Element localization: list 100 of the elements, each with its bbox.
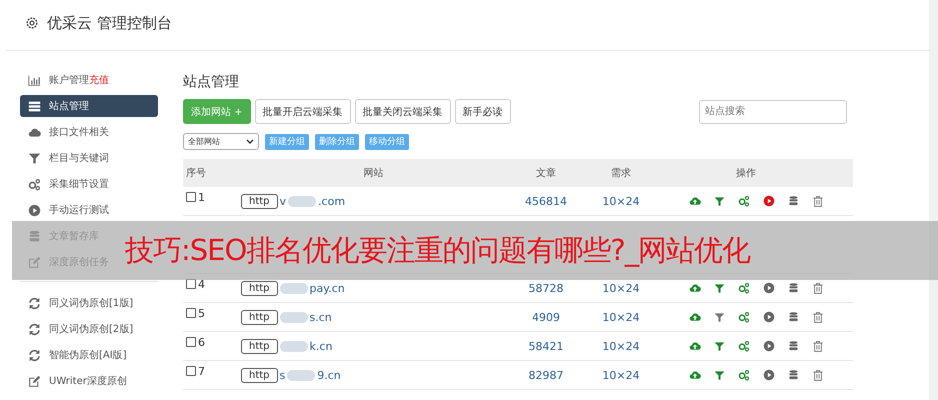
refresh-icon	[28, 296, 41, 310]
row-number: 5	[198, 306, 205, 320]
bar-chart-icon	[28, 74, 41, 86]
scheme-tag: http	[241, 338, 278, 354]
refresh-icon	[28, 348, 41, 362]
play-icon[interactable]	[762, 282, 774, 294]
column-header: 序号	[185, 166, 207, 180]
database-icon[interactable]	[788, 369, 798, 381]
cloud-upload-icon[interactable]	[688, 282, 700, 294]
app-title: 优采云 管理控制台	[47, 14, 172, 32]
page-title: 站点管理	[183, 73, 240, 91]
play-icon[interactable]	[762, 340, 774, 352]
play-icon[interactable]	[762, 311, 774, 323]
trash-icon[interactable]	[812, 340, 824, 352]
site-link[interactable]: k.cn	[310, 340, 332, 352]
sidebar-item[interactable]: 采集细节设置	[20, 173, 158, 195]
trash-icon[interactable]	[812, 368, 824, 382]
sidebar-item[interactable]: 接口文件相关	[20, 121, 158, 143]
database-icon[interactable]	[788, 195, 798, 207]
article-count[interactable]: 4909	[532, 310, 560, 324]
cloud-upload-icon[interactable]	[688, 340, 700, 352]
play-icon[interactable]	[762, 369, 774, 381]
filter-icon[interactable]	[714, 312, 724, 322]
cloud-upload-icon[interactable]	[688, 369, 700, 381]
settings-icon	[25, 16, 39, 30]
demand-value[interactable]: 10×24	[602, 340, 640, 352]
filter-icon[interactable]	[714, 196, 724, 206]
refresh-icon	[28, 322, 41, 336]
banner-title: 技巧:SEO排名优化要注重的问题有哪些?_网站优化	[125, 232, 750, 269]
sidebar-item[interactable]: 站点管理	[20, 95, 158, 117]
sidebar-item[interactable]: UWriter深度原创	[20, 370, 158, 392]
demand-value[interactable]: 10×24	[602, 282, 640, 294]
database-icon[interactable]	[788, 311, 798, 323]
site-link[interactable]: s	[280, 368, 286, 382]
article-count[interactable]: 58421	[528, 340, 564, 352]
demand-value[interactable]: 10×24	[602, 368, 640, 382]
scheme-tag: http	[241, 368, 278, 382]
toolbar-button[interactable]: 批量开启云端采集	[254, 99, 351, 124]
article-count[interactable]: 58728	[528, 282, 564, 294]
toolbar-button[interactable]: 新手必读	[454, 99, 511, 124]
sidebar-item[interactable]: 栏目与关键词	[20, 147, 158, 169]
sidebar-item[interactable]: 手动运行测试	[20, 199, 158, 221]
filter-icon[interactable]	[714, 370, 724, 380]
database-icon[interactable]	[788, 282, 798, 294]
filter-icon[interactable]	[714, 282, 724, 294]
sidebar-item[interactable]: 智能伪原创[AI版]	[20, 344, 158, 366]
column-header: 文章	[535, 166, 557, 180]
filter-icon	[28, 152, 41, 164]
caret-icon	[246, 138, 254, 144]
play-icon	[28, 204, 41, 216]
row-number: 7	[198, 364, 205, 378]
article-count[interactable]: 82987	[528, 368, 564, 382]
redaction-blur	[287, 370, 316, 380]
row-checkbox[interactable]	[186, 337, 196, 347]
gears-icon[interactable]	[738, 282, 750, 294]
redaction-blur	[280, 312, 308, 322]
site-link[interactable]: s.cn	[310, 310, 332, 324]
row-number: 4	[198, 278, 205, 290]
sidebar-item[interactable]: 同义词伪原创[1版]	[20, 292, 158, 314]
row-checkbox[interactable]	[186, 366, 196, 376]
site-link[interactable]: pay.cn	[310, 282, 345, 294]
row-number: 1	[198, 190, 205, 204]
site-link[interactable]: .com	[318, 194, 346, 208]
cloud-upload-icon	[28, 126, 41, 138]
gears-icon[interactable]	[738, 311, 750, 323]
redaction-blur	[280, 340, 308, 352]
site-link[interactable]: 9.cn	[317, 368, 341, 382]
cloud-upload-icon[interactable]	[688, 311, 700, 323]
trash-icon[interactable]	[812, 282, 824, 294]
trash-icon[interactable]	[812, 194, 824, 208]
cloud-upload-icon[interactable]	[688, 195, 700, 207]
demand-value[interactable]: 10×24	[602, 310, 640, 324]
column-header: 操作	[735, 167, 757, 180]
column-header: 需求	[610, 166, 632, 180]
sidebar-item[interactable]: 账户管理充值	[20, 69, 158, 91]
toolbar-button[interactable]: 批量关闭云端采集	[354, 99, 451, 124]
scheme-tag: http	[241, 194, 278, 208]
article-count[interactable]: 456814	[525, 194, 567, 208]
site-link[interactable]: v	[280, 194, 286, 208]
play-icon[interactable]	[762, 195, 774, 207]
list-icon	[28, 100, 41, 112]
edit-icon	[28, 374, 41, 388]
trash-icon[interactable]	[812, 310, 824, 324]
scheme-tag: http	[241, 310, 278, 324]
column-header: 网站	[362, 166, 384, 180]
row-number: 6	[198, 336, 205, 348]
sidebar-item[interactable]: 同义词伪原创[2版]	[20, 318, 158, 340]
redaction-blur	[288, 196, 316, 206]
search-field[interactable]: 站点搜索	[699, 100, 847, 124]
gears-icon[interactable]	[738, 369, 750, 381]
redaction-blur	[280, 282, 308, 294]
gears-icon	[28, 178, 41, 190]
database-icon[interactable]	[788, 340, 798, 352]
demand-value[interactable]: 10×24	[602, 194, 640, 208]
filter-icon[interactable]	[714, 340, 724, 352]
gears-icon[interactable]	[738, 195, 750, 207]
group-select[interactable]: 全部网站	[183, 133, 259, 150]
row-checkbox[interactable]	[186, 308, 196, 318]
row-checkbox[interactable]	[186, 192, 196, 202]
gears-icon[interactable]	[738, 340, 750, 352]
